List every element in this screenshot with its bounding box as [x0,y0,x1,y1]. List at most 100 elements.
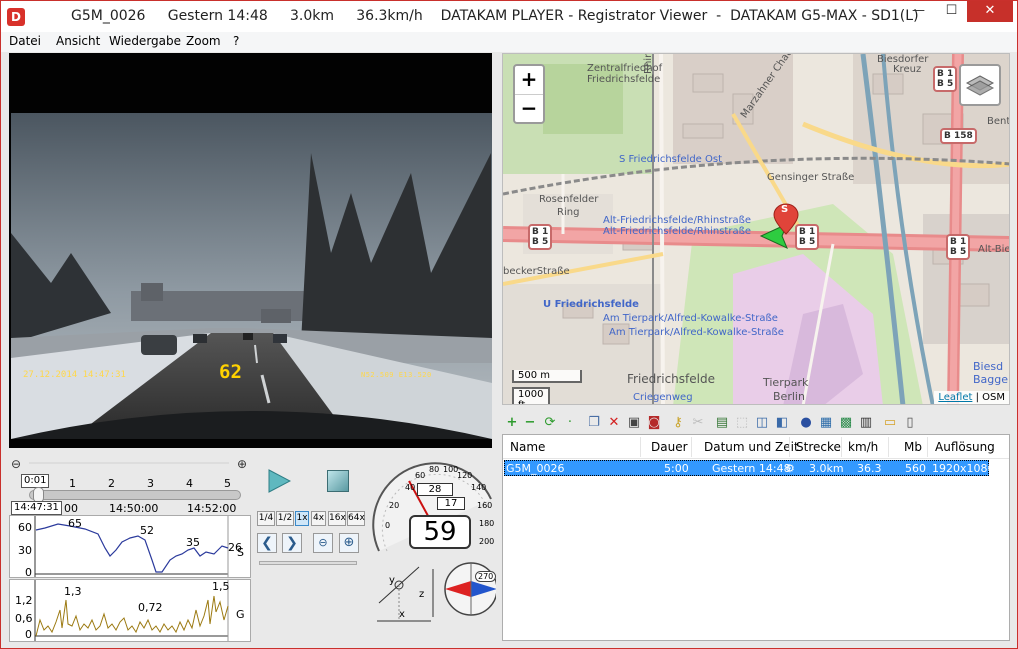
video-player[interactable]: 27.12.2014 14:47:31 62 N52.509 E13.520 [9,53,492,448]
column-dauer[interactable]: Dauer [651,440,688,454]
folder-icon[interactable]: ▭ [882,415,898,431]
speed-quarter-button[interactable]: 1/4 [257,511,275,526]
select-icon[interactable]: ⬚ [734,415,750,431]
app-logo-icon[interactable]: D [7,8,25,26]
stop-button[interactable] [327,470,349,492]
column-separator[interactable] [927,437,928,457]
road-badge-b1b5-center: B 1 B 5 [795,224,820,250]
speed-half-button[interactable]: 1/2 [276,511,294,526]
column-strecke[interactable]: Strecke [796,440,841,454]
timeline-zoom-in-icon[interactable]: ⊕ [237,457,247,471]
leaflet-link[interactable]: Leaflet [938,392,972,403]
route-marker-label: S [781,204,789,215]
column-name[interactable]: Name [510,440,545,454]
map-zoom-out-button[interactable]: − [515,94,543,122]
column-separator[interactable] [841,437,842,457]
odometer-secondary: 17 [437,497,465,510]
key-icon[interactable]: ⚷ [670,415,686,431]
map-label-am-tierpark-2: Am Tierpark/Alfred-Kowalke-Straße [609,327,784,338]
cut-icon[interactable]: ◧ [774,415,790,431]
speed-64x-button[interactable]: 64x [347,511,365,526]
timeline-track[interactable] [29,490,241,500]
refresh-icon[interactable]: ⟳ [542,415,558,431]
row-datum: Gestern 14:48 [712,462,791,475]
speed-graph[interactable]: 60 30 0 65 52 35 26 S [9,515,251,578]
timeline-time-end: 14:52:00 [187,502,237,515]
speed-peak-label: 35 [186,536,200,549]
image-icon[interactable]: ▩ [838,415,854,431]
map-label-berlin: Berlin [773,390,805,403]
menu-help[interactable]: ? [233,34,239,48]
speed-16x-button[interactable]: 16x [328,511,346,526]
volume-slider[interactable] [259,561,357,565]
gps-icon: ⚙ [785,462,795,475]
export-icon[interactable]: ▤ [714,415,730,431]
column-datum[interactable]: Datum und Zeit [704,440,799,454]
column-separator[interactable] [888,437,889,457]
dashcam-scene [11,113,492,439]
dial-label: 160 [477,501,493,510]
timeline-time-mid: 14:50:00 [109,502,159,515]
menu-ansicht[interactable]: Ansicht [56,34,100,48]
osd-coordinates: N52.509 E13.520 [361,371,432,379]
column-separator[interactable] [789,437,790,457]
map-zoom-in-button[interactable]: + [515,66,543,94]
table-row[interactable]: G5M_0026 5:00 Gestern 14:48 ⚙ 3.0km 36.3… [504,460,995,476]
dot-icon[interactable]: · [562,415,578,431]
map-view[interactable]: S Zentralfriedhof Friedrichsfelde Rosenf… [502,53,1010,405]
remove-icon[interactable]: − [522,415,538,431]
menu-wiedergabe[interactable]: Wiedergabe [109,34,181,48]
map-label-u-friedrichsfelde: U Friedrichsfelde [543,299,639,310]
gsensor-axis-label: 0,6 [15,612,33,625]
globe-icon[interactable]: ● [798,415,814,431]
minimize-button[interactable]: — [902,1,935,22]
map-label-friedrichsfelde-south: Friedrichsfelde [627,372,715,386]
row-kmh: 36.3 [857,462,882,475]
timeline-time-current: 14:47:31 [11,501,62,515]
video-frame[interactable] [11,113,492,439]
speed-axis-label: 30 [18,544,32,557]
column-separator[interactable] [640,437,641,457]
maximize-button[interactable]: ☐ [935,1,968,22]
timeline-tick: 1 [69,477,76,490]
menu-zoom[interactable]: Zoom [186,34,221,48]
map-label-alt-bies: Alt-Bies [978,244,1010,255]
speed-1x-button[interactable]: 1x [295,511,309,526]
speed-4x-button[interactable]: 4x [311,511,326,526]
map-zoom-control: + − [513,64,545,124]
close-button[interactable]: ✕ [967,1,1013,22]
osm-attribution: OSM [982,392,1005,403]
next-button[interactable]: ❯ [282,533,302,553]
file-list[interactable]: Name Dauer Datum und Zeit Strecke km/h M… [502,434,1010,641]
zoom-in-button[interactable]: ⊕ [339,533,359,553]
chart-icon[interactable]: ▦ [818,415,834,431]
column-aufloesung[interactable]: Auflösung [935,440,995,454]
column-mb[interactable]: Mb [904,440,922,454]
window-icon[interactable]: ◫ [754,415,770,431]
camera-icon[interactable]: ◙ [646,415,662,431]
add-icon[interactable]: + [504,415,520,431]
axis-x-label: x [399,609,405,620]
menu-datei[interactable]: Datei [9,34,41,48]
play-button[interactable] [267,469,291,493]
save-icon[interactable]: ▣ [626,415,642,431]
timeline-zoom-out-icon[interactable]: ⊖ [11,457,21,471]
gsensor-graph[interactable]: 1,2 0,6 0 1,3 0,72 1,5 G [9,579,251,642]
tools-icon[interactable]: ✂ [690,415,706,431]
delete-icon[interactable]: ✕ [606,415,622,431]
speed-peak-label: 52 [140,524,154,537]
film-icon[interactable]: ▥ [858,415,874,431]
zoom-out-button[interactable]: ⊖ [313,533,333,553]
copy-icon[interactable]: ❐ [586,415,602,431]
dial-label: 80 [429,465,440,474]
column-separator[interactable] [691,437,692,457]
layers-button[interactable] [959,64,1001,106]
column-kmh[interactable]: km/h [848,440,878,454]
gsensor-axis-widget: y z x [371,561,441,631]
previous-button[interactable]: ❮ [257,533,277,553]
dial-label: 140 [471,483,487,492]
document-icon[interactable]: ▯ [902,415,918,431]
map-label-kreuz: Kreuz [893,64,922,75]
timeline-scroll-track[interactable] [29,462,229,464]
timeline: ⊖ ⊕ 0:01 1 2 3 4 5 14:47:31 00 14:50:00 … [9,456,251,516]
